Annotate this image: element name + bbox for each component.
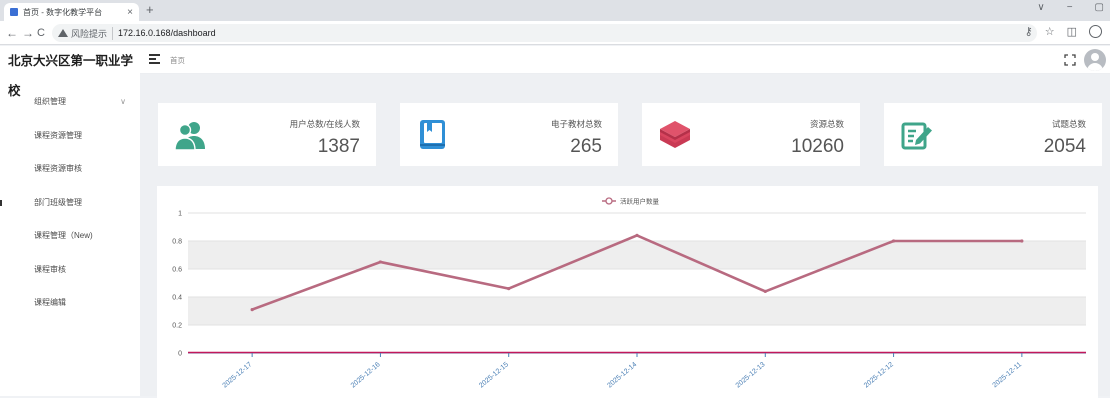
data-point [507,287,511,291]
top-header: 首页 [140,46,1110,74]
back-button[interactable]: ← [6,26,18,40]
stat-label: 电子教材总数 [550,119,602,129]
chevron-down-icon: ∨ [120,97,126,106]
browser-tab[interactable]: 首页 - 数字化教学平台 × [4,3,139,21]
sidebar-item-label: 部门班级管理 [34,197,82,207]
grid-band [188,241,1086,269]
x-tick-label: 2025-12-17 [221,361,253,389]
new-tab-button[interactable]: + [146,2,154,17]
url-text: 172.16.0.168/dashboard [118,28,216,38]
x-tick-label: 2025-12-13 [735,361,767,389]
menu-toggle-icon[interactable] [149,54,160,64]
data-point [378,260,383,264]
sidebar-item-resource-review[interactable]: 课程资源审核 [0,152,140,186]
stat-label: 试题总数 [1051,119,1086,129]
book-icon [420,120,445,149]
sidebar: 北京大兴区第一职业学校 组织管理 ∨ 课程资源管理 课程资源审核 部门班级管理 … [0,46,140,396]
reload-button[interactable]: C [37,26,45,40]
sidebar-item-course-resources[interactable]: 课程资源管理 [0,119,140,153]
stat-card-users: 用户总数/在线人数 1387 [158,103,376,166]
data-point [763,289,767,293]
minimize-button[interactable]: − [1067,2,1073,13]
y-tick-label: 0 [178,351,182,358]
browser-tab-bar: 首页 - 数字化教学平台 × + ∨ − ▢ [0,0,1110,21]
users-icon [174,122,205,151]
sidebar-item-course-edit[interactable]: 课程编辑 [0,286,140,320]
sidebar-item-label: 组织管理 [34,97,66,106]
x-tick-label: 2025-12-12 [863,361,895,389]
layers-icon [660,121,690,148]
x-tick-label: 2025-12-15 [478,361,510,389]
sidebar-item-label: 课程资源管理 [34,130,82,140]
active-users-chart: 0 0.2 0.4 0.6 0.8 1 2025-12-17 2025-12-16 2025-1… [157,186,1098,398]
legend-label: 活跃用户数量 [620,197,660,206]
favicon-icon [10,8,18,16]
sidebar-item-course-review[interactable]: 课程审核 [0,253,140,287]
sidebar-item-label: 课程编辑 [34,298,66,307]
y-tick-label: 0.4 [172,295,182,302]
window-edge-marker [0,200,2,206]
y-tick-label: 0.2 [172,323,182,330]
sidebar-item-org[interactable]: 组织管理 ∨ [0,85,140,119]
stat-card-resources: 资源总数 10260 [642,103,860,166]
grid-band [188,297,1086,325]
data-point [250,308,254,312]
profile-icon[interactable] [1089,25,1102,38]
stat-card-questions: 试题总数 2054 [884,103,1102,166]
sidebar-item-label: 课程管理（New) [34,231,93,240]
window-controls: ∨ − ▢ [1037,2,1104,13]
line-chart: 0 0.2 0.4 0.6 0.8 1 2025-12-17 2025-12-16 2025-1… [172,197,1086,390]
y-tick-label: 0.8 [172,239,182,246]
security-warning[interactable]: 风险提示 [58,26,114,40]
sidebar-item-label: 课程资源审核 [34,164,82,173]
breadcrumb[interactable]: 首页 [170,55,185,66]
close-tab-icon[interactable]: × [127,7,133,18]
x-tick-label: 2025-12-14 [606,361,638,389]
stat-label: 资源总数 [809,119,844,129]
security-warning-label: 风险提示 [71,28,108,39]
y-tick-label: 1 [178,211,182,218]
legend-marker [605,197,613,205]
tab-title: 首页 - 数字化教学平台 [23,7,103,17]
x-tick-label: 2025-12-11 [992,361,1024,389]
brand-title: 北京大兴区第一职业学校 [8,54,134,98]
sidebar-item-course-management-new[interactable]: 课程管理（New) [0,219,140,253]
edit-icon [901,122,932,150]
data-point [635,233,639,237]
address-toolbar: ← → C 风险提示 172.16.0.168/dashboard ⚷ ☆ ◫ [0,21,1110,45]
fullscreen-icon[interactable] [1064,54,1076,66]
data-point [891,239,896,243]
stat-card-ebooks: 电子教材总数 265 [400,103,618,166]
avatar[interactable] [1084,49,1106,71]
stat-value: 1387 [317,136,360,157]
tab-search-button[interactable]: ∨ [1037,2,1044,13]
password-key-icon[interactable]: ⚷ [1025,25,1033,38]
url-bar[interactable]: 风险提示 172.16.0.168/dashboard [52,24,1037,42]
warning-icon [58,29,68,37]
data-point [1020,239,1024,243]
maximize-button[interactable]: ▢ [1095,2,1104,13]
dashboard-main: 用户总数/在线人数 1387 电子教材总数 265 资源总数 10260 试题总… [140,74,1110,398]
forward-button[interactable]: → [22,26,34,40]
sidebar-item-departments[interactable]: 部门班级管理 [0,186,140,220]
browser-right-controls: ⚷ ☆ ◫ [1025,25,1102,38]
sidebar-item-label: 课程审核 [34,264,66,274]
bookmark-star-icon[interactable]: ☆ [1045,25,1055,38]
y-tick-label: 0.6 [172,267,182,274]
stat-value: 265 [570,136,602,157]
stat-value: 2054 [1043,136,1086,157]
x-tick-label: 2025-12-16 [350,361,382,389]
side-panel-icon[interactable]: ◫ [1067,25,1077,38]
stat-label: 用户总数/在线人数 [289,119,360,129]
stat-value: 10260 [791,136,844,157]
